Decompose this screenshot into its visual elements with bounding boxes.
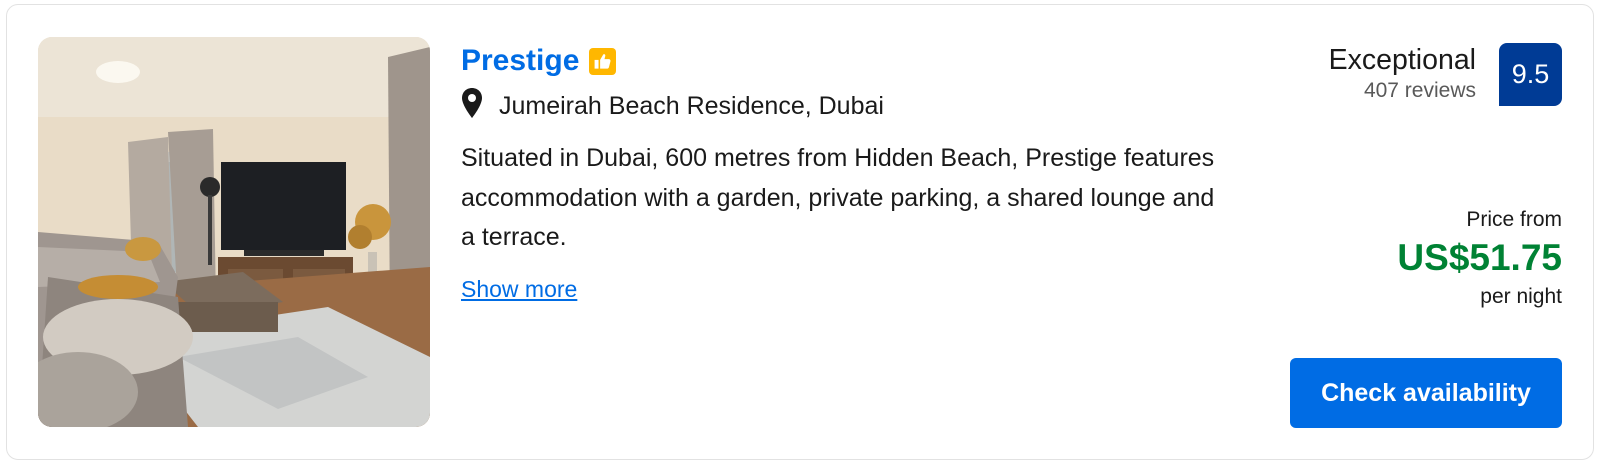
thumbs-up-icon[interactable]: [589, 47, 617, 75]
review-score-badge[interactable]: 9.5: [1499, 43, 1562, 106]
price-unit: per night: [1480, 285, 1562, 308]
price-value: US$51.75: [1397, 237, 1562, 278]
show-more-link[interactable]: Show more: [461, 273, 577, 305]
review-word: Exceptional: [1328, 44, 1476, 76]
location-row: Jumeirah Beach Residence, Dubai: [461, 87, 884, 124]
price-label: Price from: [1466, 208, 1562, 231]
property-description: Situated in Dubai, 600 metres from Hidde…: [461, 144, 1215, 251]
map-pin-icon: [461, 87, 483, 124]
title-row: Prestige: [461, 42, 617, 80]
property-photo[interactable]: [38, 37, 430, 427]
living-room-photo: [38, 37, 430, 427]
price-block: Price from US$51.75 per night: [1397, 205, 1562, 313]
review-count: 407 reviews: [1363, 79, 1476, 102]
property-location: Jumeirah Beach Residence, Dubai: [499, 91, 884, 120]
review-summary[interactable]: Exceptional 407 reviews: [1329, 42, 1476, 104]
property-title[interactable]: Prestige: [461, 42, 579, 80]
check-availability-button[interactable]: Check availability: [1290, 358, 1562, 428]
